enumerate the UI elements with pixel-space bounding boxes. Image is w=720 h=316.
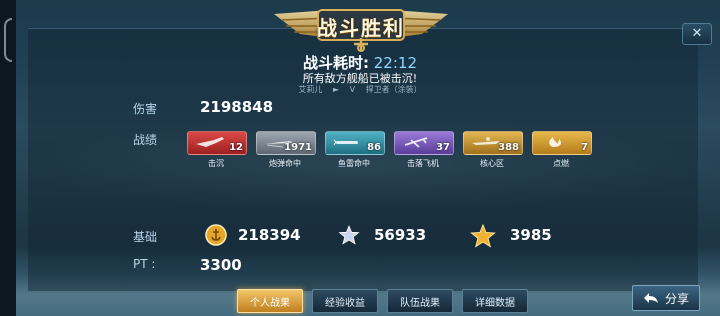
badge-label: 鱼雷命中 [338,159,370,168]
close-icon: ✕ [691,26,703,41]
matchup-line: 艾莉儿 ► V 捍卫者（涂装） [0,84,720,95]
opponent-name: 捍卫者（涂装） [365,85,422,94]
badge-aircraft-down: 37 [394,131,454,155]
share-button[interactable]: 分享 [632,285,700,311]
damage-value: 2198848 [200,98,274,116]
tab-exp[interactable]: 经验收益 [312,289,378,313]
plane-icon [196,137,224,147]
badge-core-hits: 388 [463,131,523,155]
player-name: 艾莉儿 [298,85,323,94]
tab-personal[interactable]: 个人战果 [237,289,303,313]
arrow-right-icon: ► [332,85,340,94]
record-label: 战绩 [133,133,158,147]
coins-value: 218394 [238,226,301,244]
badge-label: 点燃 [553,159,569,168]
badge-count: 12 [229,142,243,153]
badge-count: 7 [581,142,588,153]
gold-stars-value: 3985 [510,226,552,244]
vs-text: V [349,85,356,94]
aircraft-icon [404,137,428,148]
silver-stars-value: 56933 [374,226,427,244]
pt-value: 3300 [200,256,242,274]
badge-torpedo-hits: 86 [325,131,385,155]
badge-sunk: 12 [187,131,247,155]
share-label: 分享 [664,291,689,306]
result-tabs: 个人战果 经验收益 队伍战果 详细数据 [237,287,537,313]
badge-count: 86 [367,142,381,153]
tab-details[interactable]: 详细数据 [462,289,528,313]
fire-icon [549,137,561,147]
close-button[interactable]: ✕ [682,23,712,45]
badge-label: 炮弹命中 [269,159,301,168]
damage-label: 伤害 [133,102,158,116]
badge-label: 击落飞机 [407,159,439,168]
gold-coin-icon [205,224,227,246]
left-edge [0,0,16,316]
victory-banner: 战斗胜利 [270,4,452,52]
pt-label: PT : [133,257,156,271]
battle-result-screen: ✕ 战斗胜利 战斗耗时: 22:12 所有敌方舰船已被击沉! 艾莉儿 ► V 捍… [0,0,720,316]
badge-count: 388 [498,142,519,153]
gold-star-icon [470,224,496,248]
base-label: 基础 [133,230,158,244]
badge-label: 击沉 [208,159,224,168]
badge-count: 37 [436,142,450,153]
torpedo-icon [333,139,358,146]
silver-star-icon [338,224,360,245]
tab-team[interactable]: 队伍战果 [387,289,453,313]
badge-ignite: 7 [532,131,592,155]
badge-label: 核心区 [480,159,504,168]
badge-shell-hits: 1971 [256,131,316,155]
victory-title: 战斗胜利 [317,16,405,40]
badge-count: 1971 [284,142,312,153]
share-arrow-icon [643,293,658,303]
